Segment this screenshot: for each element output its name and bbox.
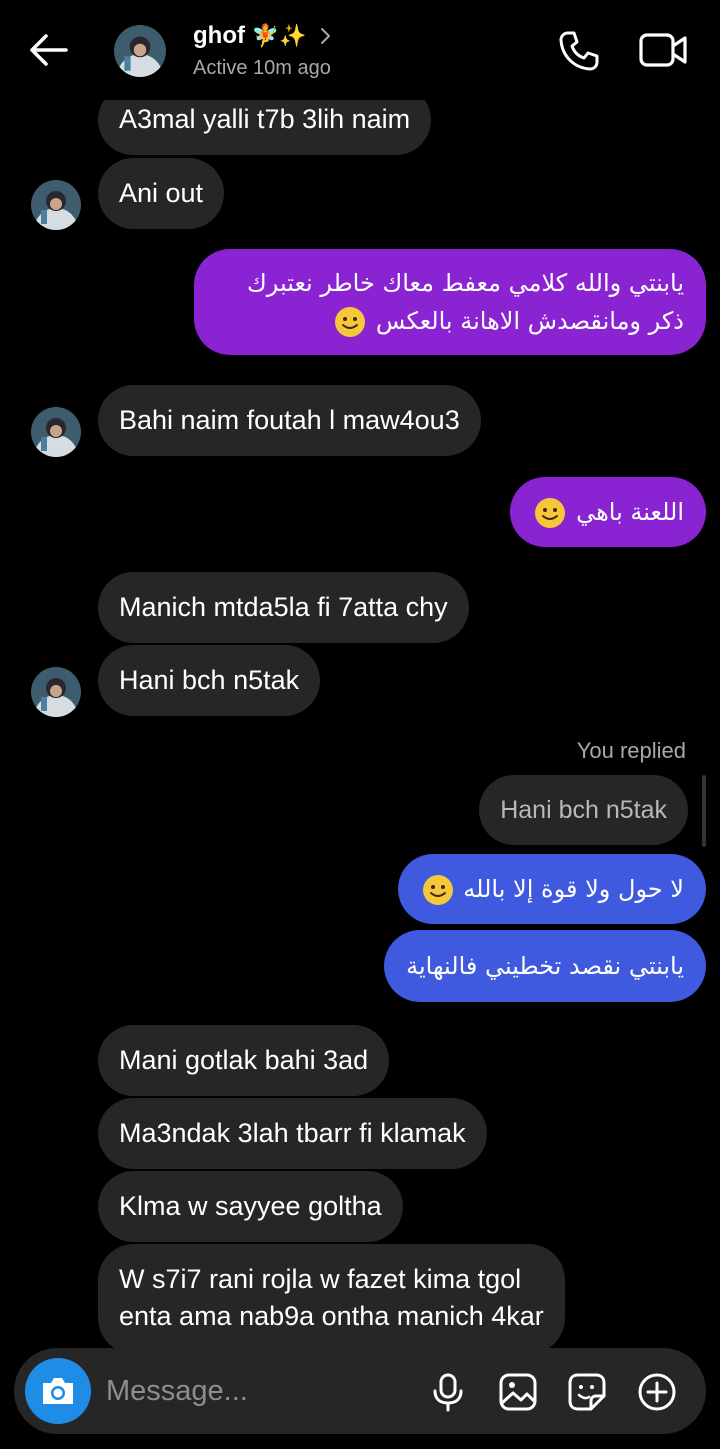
sender-avatar[interactable]: [31, 667, 81, 717]
phone-icon[interactable]: [556, 28, 602, 74]
outgoing-message[interactable]: يابنتي نقصد تخطيني فالنهاية: [384, 930, 706, 1002]
contact-name[interactable]: ghof 🧚✨: [193, 22, 306, 50]
incoming-message[interactable]: Ma3ndak 3lah tbarr fi klamak: [98, 1098, 487, 1169]
incoming-message[interactable]: Mani gotlak bahi 3ad: [98, 1025, 390, 1096]
smiling-face-icon: [335, 307, 366, 337]
incoming-message[interactable]: W s7i7 rani rojla w fazet kima tgol enta…: [98, 1244, 565, 1354]
smiling-face-icon: [535, 498, 566, 528]
reply-quote[interactable]: Hani bch n5tak: [479, 775, 688, 845]
sender-avatar[interactable]: [31, 180, 81, 230]
chevron-right-icon[interactable]: [318, 24, 334, 48]
name-emoji: 🧚✨: [251, 23, 307, 48]
incoming-message[interactable]: Bahi naim foutah l maw4ou3: [98, 385, 481, 456]
smiling-face-icon: [422, 875, 453, 905]
sender-avatar[interactable]: [31, 407, 81, 457]
chat-header: ghof 🧚✨ Active 10m ago: [0, 0, 720, 100]
incoming-message[interactable]: Hani bch n5tak: [98, 645, 321, 716]
incoming-message[interactable]: Ani out: [98, 158, 225, 229]
back-arrow-icon[interactable]: [24, 26, 72, 74]
camera-button[interactable]: [25, 1358, 91, 1424]
plus-circle-icon[interactable]: [637, 1372, 677, 1412]
you-replied-label: You replied: [576, 738, 686, 763]
video-camera-icon[interactable]: [638, 30, 688, 70]
outgoing-message[interactable]: اللعنة باهي: [510, 477, 706, 547]
reply-indicator-bar: [702, 775, 706, 847]
outgoing-message[interactable]: لا حول ولا قوة إلا بالله: [397, 854, 706, 924]
camera-icon: [43, 1378, 73, 1404]
message-input[interactable]: [106, 1370, 406, 1412]
incoming-message[interactable]: Klma w sayyee goltha: [98, 1171, 403, 1242]
microphone-icon[interactable]: [428, 1372, 468, 1412]
message-composer: [14, 1348, 706, 1434]
active-status: Active 10m ago: [193, 57, 331, 79]
sticker-icon[interactable]: [567, 1372, 607, 1412]
contact-avatar[interactable]: [114, 25, 166, 77]
gallery-icon[interactable]: [498, 1372, 538, 1412]
outgoing-message[interactable]: يابنتي والله كلامي معفط معاك خاطر نعتبرك…: [194, 249, 706, 355]
incoming-message[interactable]: Manich mtda5la fi 7atta chy: [98, 572, 469, 643]
